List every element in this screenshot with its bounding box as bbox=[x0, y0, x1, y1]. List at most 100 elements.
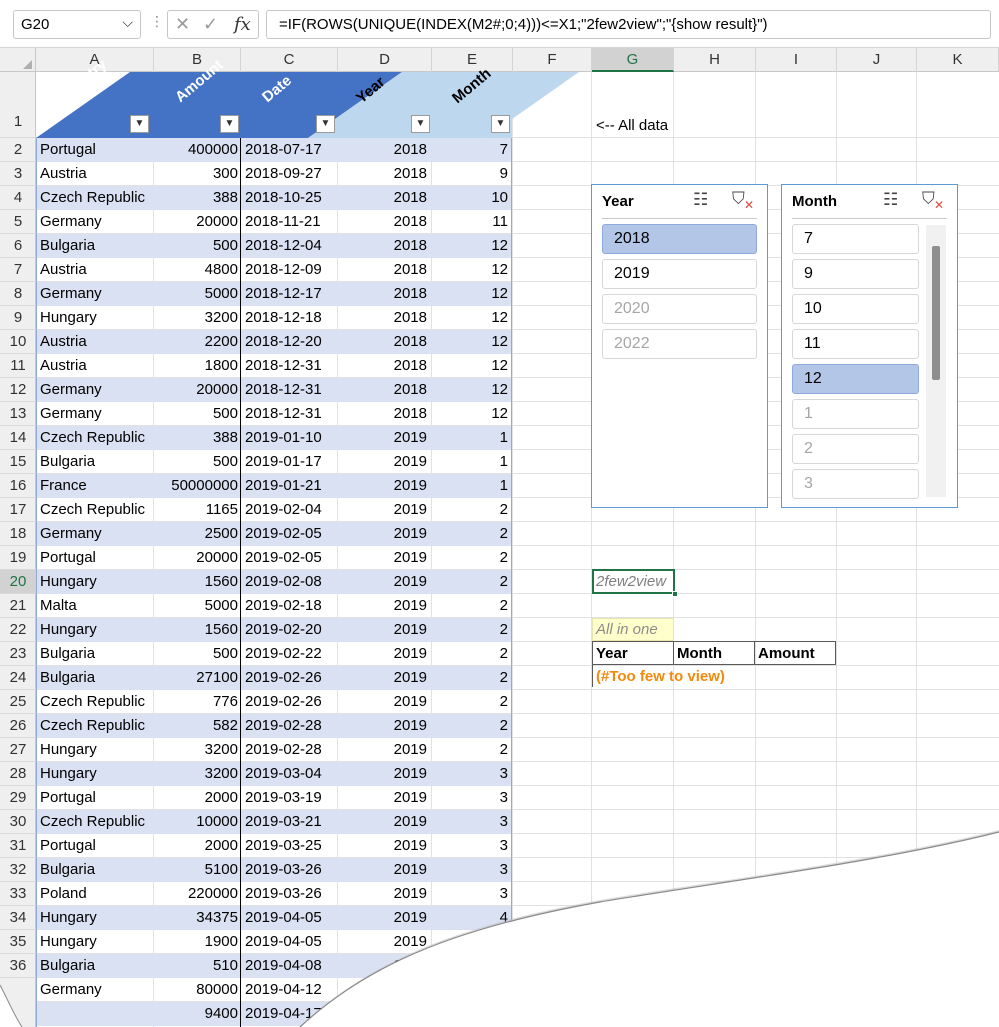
cell-amount[interactable]: 1800 bbox=[205, 357, 238, 374]
row-header-36[interactable]: 36 bbox=[0, 954, 36, 978]
cell-country[interactable]: Hungary bbox=[40, 909, 97, 926]
multi-select-icon[interactable]: ☷ bbox=[883, 190, 898, 210]
cell-year[interactable]: 2018 bbox=[394, 213, 427, 230]
slicer-item-2022[interactable]: 2022 bbox=[602, 329, 757, 359]
cell-country[interactable]: Bulgaria bbox=[40, 861, 95, 878]
cell-amount[interactable]: 80000 bbox=[196, 981, 238, 998]
cell-amount[interactable]: 1560 bbox=[205, 621, 238, 638]
cell-country[interactable]: Portugal bbox=[40, 549, 96, 566]
cell-date[interactable]: 2019-01-17 bbox=[245, 453, 322, 470]
cell-amount[interactable]: 500 bbox=[213, 405, 238, 422]
cell-year[interactable]: 2018 bbox=[394, 309, 427, 326]
cell-country[interactable]: Germany bbox=[40, 213, 102, 230]
cell-amount[interactable]: 20000 bbox=[196, 213, 238, 230]
cell-year[interactable]: 2019 bbox=[394, 717, 427, 734]
cell-month[interactable]: 3 bbox=[500, 765, 508, 782]
cell-month[interactable]: 10 bbox=[491, 189, 508, 206]
cell-year[interactable]: 2018 bbox=[394, 381, 427, 398]
cell-amount[interactable]: 5000 bbox=[205, 285, 238, 302]
cell-country[interactable]: Czech Republic bbox=[40, 693, 145, 710]
cell-date[interactable]: 2019-03-21 bbox=[245, 813, 322, 830]
cell-month[interactable]: 3 bbox=[500, 885, 508, 902]
cell-date[interactable]: 2018-12-09 bbox=[245, 261, 322, 278]
slicer-item-2019[interactable]: 2019 bbox=[602, 259, 757, 289]
cell-year[interactable]: 2019 bbox=[394, 669, 427, 686]
cell-date[interactable]: 2019-02-26 bbox=[245, 693, 322, 710]
cell-amount[interactable]: 3200 bbox=[205, 309, 238, 326]
cell-month[interactable]: 3 bbox=[500, 837, 508, 854]
cell-year[interactable]: 2019 bbox=[394, 525, 427, 542]
formula-input[interactable]: =IF(ROWS(UNIQUE(INDEX(M2#;0;4)))<=X1;"2f… bbox=[266, 10, 991, 39]
filter-dropdown-amount-icon[interactable]: ▼ bbox=[220, 115, 239, 133]
row-header-28[interactable]: 28 bbox=[0, 762, 36, 786]
cell-date[interactable]: 2018-10-25 bbox=[245, 189, 322, 206]
cell-year[interactable]: 2018 bbox=[394, 261, 427, 278]
cell-amount[interactable]: 4800 bbox=[205, 261, 238, 278]
cell-year[interactable]: 2019 bbox=[394, 981, 427, 998]
name-box[interactable]: G20 ⌵ bbox=[13, 10, 141, 39]
slicer-item-2[interactable]: 2 bbox=[792, 434, 919, 464]
row-header-19[interactable]: 19 bbox=[0, 546, 36, 570]
slicer-item-12[interactable]: 12 bbox=[792, 364, 919, 394]
cell-amount[interactable]: 1900 bbox=[205, 933, 238, 950]
enter-icon[interactable]: ✓ bbox=[203, 14, 218, 35]
cell-amount[interactable]: 400000 bbox=[188, 141, 238, 158]
cell-amount[interactable]: 388 bbox=[213, 189, 238, 206]
column-header-h[interactable]: H bbox=[674, 48, 756, 72]
cell-country[interactable]: Czech Republic bbox=[40, 717, 145, 734]
cell-month[interactable]: 2 bbox=[500, 669, 508, 686]
cell-amount[interactable]: 50000000 bbox=[171, 477, 238, 494]
row-header-5[interactable]: 5 bbox=[0, 210, 36, 234]
slicer-scrollbar[interactable] bbox=[926, 225, 946, 497]
cell-year[interactable]: 2019 bbox=[394, 933, 427, 950]
cell-country[interactable]: Bulgaria bbox=[40, 237, 95, 254]
filter-dropdown-month-icon[interactable]: ▼ bbox=[491, 115, 510, 133]
cell-amount[interactable]: 776 bbox=[213, 693, 238, 710]
cell-year[interactable]: 2019 bbox=[394, 765, 427, 782]
cell-amount[interactable]: 500 bbox=[213, 645, 238, 662]
cell-year[interactable]: 2019 bbox=[394, 549, 427, 566]
column-header-i[interactable]: I bbox=[756, 48, 837, 72]
cell-country[interactable]: Hungary bbox=[40, 741, 97, 758]
cell-country[interactable]: Portugal bbox=[40, 789, 96, 806]
cell-country[interactable]: Bulgaria bbox=[40, 645, 95, 662]
cell-date[interactable]: 2019-01-10 bbox=[245, 429, 322, 446]
row-header-9[interactable]: 9 bbox=[0, 306, 36, 330]
row-header-17[interactable]: 17 bbox=[0, 498, 36, 522]
cell-year[interactable]: 2019 bbox=[394, 789, 427, 806]
cell-date[interactable]: 2019-04-12 bbox=[245, 981, 322, 998]
cell-country[interactable]: Austria bbox=[40, 261, 87, 278]
slicer-item-3[interactable]: 3 bbox=[792, 469, 919, 499]
cell-amount[interactable]: 5000 bbox=[205, 597, 238, 614]
cell-date[interactable]: 2018-09-27 bbox=[245, 165, 322, 182]
cell-month[interactable]: 12 bbox=[491, 381, 508, 398]
row-header-16[interactable]: 16 bbox=[0, 474, 36, 498]
cell-country[interactable]: Bulgaria bbox=[40, 669, 95, 686]
row-header-7[interactable]: 7 bbox=[0, 258, 36, 282]
cell-amount[interactable]: 2500 bbox=[205, 525, 238, 542]
cell-month[interactable]: 11 bbox=[492, 213, 508, 230]
row-header-12[interactable]: 12 bbox=[0, 378, 36, 402]
row-header-18[interactable]: 18 bbox=[0, 522, 36, 546]
cell-date[interactable]: 2018-07-17 bbox=[245, 141, 322, 158]
cell-country[interactable]: Bulgaria bbox=[40, 957, 95, 974]
cell-year[interactable]: 2018 bbox=[394, 333, 427, 350]
cell-amount[interactable]: 34375 bbox=[196, 909, 238, 926]
column-header-f[interactable]: F bbox=[513, 48, 592, 72]
cell-year[interactable]: 2019 bbox=[394, 813, 427, 830]
cell-month[interactable]: 12 bbox=[491, 309, 508, 326]
cell-month[interactable]: 12 bbox=[491, 405, 508, 422]
cell-country[interactable]: Austria bbox=[40, 333, 87, 350]
cell-date[interactable]: 2019-04-17 bbox=[245, 1005, 322, 1022]
cell-country[interactable]: Czech Republic bbox=[40, 189, 145, 206]
scrollbar-thumb[interactable] bbox=[932, 246, 940, 380]
cell-year[interactable]: 2018 bbox=[394, 141, 427, 158]
cell-date[interactable]: 2019-02-28 bbox=[245, 717, 322, 734]
cell-month[interactable]: 3 bbox=[500, 789, 508, 806]
cell-country[interactable]: Hungary bbox=[40, 573, 97, 590]
cell-country[interactable]: Bulgaria bbox=[40, 453, 95, 470]
cell-date[interactable]: 2018-12-17 bbox=[245, 285, 322, 302]
cell-date[interactable]: 2018-12-18 bbox=[245, 309, 322, 326]
cell-amount[interactable]: 388 bbox=[213, 429, 238, 446]
cell-month[interactable]: 2 bbox=[500, 549, 508, 566]
